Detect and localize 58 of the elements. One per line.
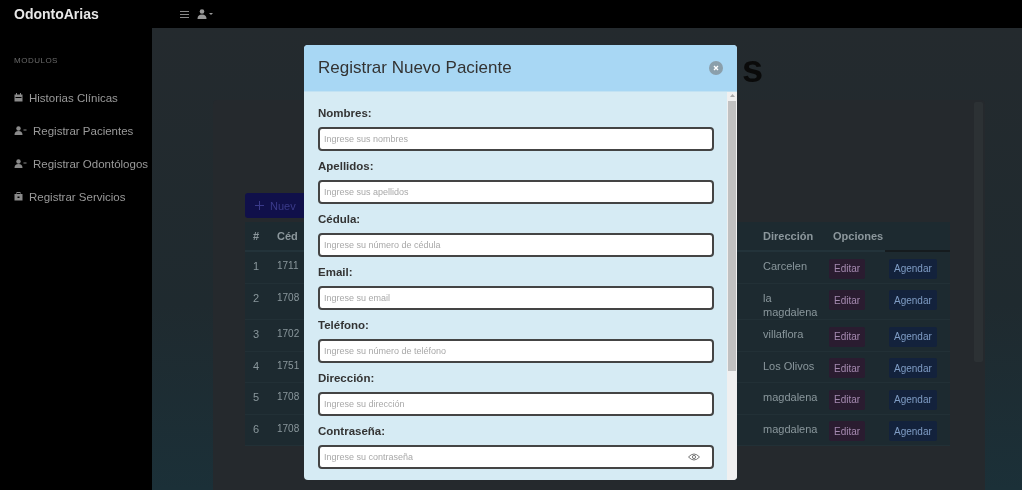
close-button[interactable] — [709, 61, 723, 75]
field-label: Apellidos: — [318, 158, 375, 174]
schedule-button[interactable]: Agendar — [889, 290, 937, 310]
column-header: Opciones — [825, 222, 885, 252]
table-cell: 6 — [245, 414, 273, 447]
sidebar-item[interactable]: Historias Clínicas — [14, 81, 152, 114]
input-field[interactable]: Ingrese sus nombres — [318, 127, 714, 151]
sidebar-item[interactable]: Registrar Odontólogos — [14, 147, 152, 180]
column-header: Dirección — [755, 222, 825, 252]
calendar-icon — [14, 93, 23, 102]
briefcase-icon — [14, 192, 23, 201]
user-dropdown-icon[interactable] — [197, 9, 213, 19]
app-brand[interactable]: OdontoArias — [0, 6, 152, 22]
edit-button[interactable]: Editar — [829, 421, 866, 442]
user-add-icon — [14, 159, 27, 168]
arrow-up-icon[interactable] — [729, 94, 735, 97]
edit-button[interactable]: Editar — [829, 326, 866, 347]
close-icon — [713, 65, 719, 71]
column-header: # — [245, 222, 273, 252]
edit-button[interactable]: Editar — [829, 290, 866, 310]
input-field[interactable]: Ingrese su número de teléfono — [318, 339, 714, 363]
schedule-button[interactable]: Agendar — [889, 258, 937, 279]
table-cell: 2 — [245, 283, 273, 321]
field-label: Contraseña: — [318, 423, 387, 439]
input-field[interactable]: Ingrese su email — [318, 286, 714, 310]
user-add-icon — [14, 126, 27, 135]
sidebar-section-title: MODULOS — [14, 56, 59, 65]
table-cell: la magdalena — [755, 283, 825, 321]
eye-icon[interactable] — [688, 453, 700, 461]
table-cell: Carcelen — [755, 252, 825, 284]
password-field[interactable]: Ingrese su contraseña — [318, 445, 714, 469]
table-cell: 5 — [245, 383, 273, 415]
plus-icon — [255, 201, 264, 210]
input-field[interactable]: Ingrese sus apellidos — [318, 180, 714, 204]
field-label: Email: — [318, 264, 354, 280]
table-cell: 3 — [245, 320, 273, 352]
schedule-button[interactable]: Agendar — [889, 358, 937, 379]
schedule-button[interactable]: Agendar — [889, 326, 937, 347]
field-label: Dirección: — [318, 370, 376, 386]
menu-icon[interactable] — [180, 10, 189, 18]
input-field[interactable]: Ingrese su número de cédula — [318, 233, 714, 257]
input-field[interactable]: Ingrese su dirección — [318, 392, 714, 416]
table-cell: 4 — [245, 351, 273, 384]
schedule-button[interactable]: Agendar — [889, 389, 937, 410]
edit-button[interactable]: Editar — [829, 389, 866, 410]
dialog-title: Registrar Nuevo Paciente — [318, 58, 512, 78]
table-cell: villaflora — [755, 320, 825, 352]
field-label: Nombres: — [318, 105, 373, 121]
table-cell: magdalena — [755, 383, 825, 415]
schedule-button[interactable]: Agendar — [889, 421, 937, 442]
scrollbar-thumb[interactable] — [728, 101, 736, 371]
edit-button[interactable]: Editar — [829, 258, 866, 279]
edit-button[interactable]: Editar — [829, 358, 866, 379]
table-cell: magdalena — [755, 414, 825, 447]
table-cell: Los Olivos — [755, 351, 825, 384]
sidebar-item[interactable]: Registrar Servicios — [14, 180, 152, 213]
sidebar-item[interactable]: Registrar Pacientes — [14, 114, 152, 147]
table-cell: 1 — [245, 252, 273, 284]
